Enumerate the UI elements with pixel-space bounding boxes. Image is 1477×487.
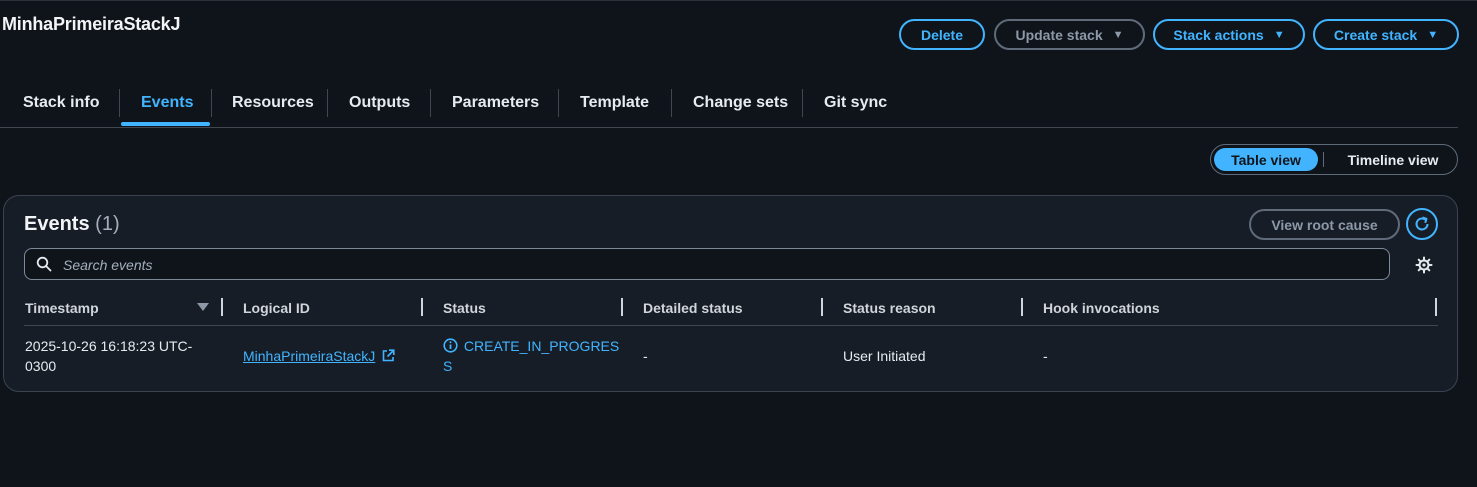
caret-down-icon: ▼ — [1273, 28, 1285, 41]
refresh-button[interactable] — [1406, 208, 1438, 240]
tab-separator — [119, 89, 120, 117]
tab-parameters[interactable]: Parameters — [452, 94, 539, 112]
view-toggle-divider — [1323, 152, 1324, 167]
create-stack-button-label: Create stack — [1333, 26, 1418, 43]
refresh-icon — [1415, 216, 1429, 231]
search-icon — [36, 256, 52, 272]
status-text-wrap: S — [443, 358, 453, 374]
tab-resources[interactable]: Resources — [232, 94, 314, 112]
sort-down-icon[interactable] — [197, 303, 209, 311]
update-stack-button-label: Update stack — [1015, 26, 1103, 43]
hook-invocations-cell: - — [1043, 348, 1048, 364]
tab-separator — [327, 89, 328, 117]
column-resizer[interactable] — [421, 298, 423, 316]
column-resizer[interactable] — [1435, 298, 1437, 316]
top-divider — [0, 0, 1477, 1]
status-cell: CREATE_IN_PROGRES S — [443, 336, 619, 376]
info-icon — [443, 338, 458, 353]
tab-separator — [558, 89, 559, 117]
tab-bar: Stack info Events Resources Outputs Para… — [0, 84, 1458, 128]
status-text: CREATE_IN_PROGRES — [463, 338, 620, 354]
timestamp-cell: 2025-10-26 16:18:23 UTC- 0300 — [25, 336, 192, 376]
header-divider — [24, 325, 1438, 326]
page-title: MinhaPrimeiraStackJ — [2, 14, 181, 34]
column-header-detailed-status: Detailed status — [643, 300, 743, 316]
tab-outputs[interactable]: Outputs — [349, 94, 410, 112]
tab-separator — [802, 89, 803, 117]
events-title-text: Events — [24, 213, 90, 235]
caret-down-icon: ▼ — [1427, 28, 1439, 41]
column-header-hook-invocations: Hook invocations — [1043, 300, 1160, 316]
view-toggle: Table view Timeline view — [1210, 144, 1458, 175]
gear-icon[interactable] — [1415, 256, 1433, 274]
events-panel: Events (1) View root cause Timestamp — [3, 195, 1458, 392]
column-resizer[interactable] — [1021, 298, 1023, 316]
delete-button-label: Delete — [920, 26, 964, 43]
tab-change-sets[interactable]: Change sets — [693, 94, 788, 112]
caret-down-icon: ▼ — [1112, 28, 1124, 41]
table-view-button[interactable]: Table view — [1214, 148, 1318, 171]
timestamp-line: 2025-10-26 16:18:23 UTC- — [25, 338, 193, 354]
stack-actions-button-label: Stack actions — [1173, 26, 1264, 43]
create-stack-button[interactable]: Create stack ▼ — [1313, 19, 1459, 50]
external-link-icon[interactable] — [382, 349, 395, 362]
search-events-field — [24, 248, 1390, 280]
tab-stack-info[interactable]: Stack info — [23, 94, 99, 112]
column-resizer[interactable] — [621, 298, 623, 316]
column-resizer[interactable] — [221, 298, 223, 316]
column-resizer[interactable] — [821, 298, 823, 316]
stack-actions-button[interactable]: Stack actions ▼ — [1153, 19, 1305, 50]
delete-button[interactable]: Delete — [899, 19, 985, 50]
tab-git-sync[interactable]: Git sync — [824, 94, 887, 112]
events-count: (1) — [95, 213, 120, 235]
tab-events[interactable]: Events — [141, 94, 193, 112]
detailed-status-cell: - — [643, 348, 648, 364]
column-header-status-reason: Status reason — [843, 300, 936, 316]
logical-id-cell: MinhaPrimeiraStackJ — [243, 346, 395, 366]
tab-separator — [211, 89, 212, 117]
tab-separator — [430, 89, 431, 117]
logical-id-link[interactable]: MinhaPrimeiraStackJ — [243, 348, 375, 364]
column-header-logical-id: Logical ID — [243, 300, 310, 316]
search-input[interactable] — [61, 253, 1365, 277]
tab-separator — [671, 89, 672, 117]
active-tab-indicator — [121, 122, 210, 126]
timeline-view-button[interactable]: Timeline view — [1331, 145, 1455, 174]
column-header-status: Status — [443, 300, 486, 316]
update-stack-button[interactable]: Update stack ▼ — [994, 19, 1145, 50]
tab-template[interactable]: Template — [580, 94, 649, 112]
column-header-timestamp[interactable]: Timestamp — [25, 300, 99, 316]
view-root-cause-button[interactable]: View root cause — [1249, 209, 1400, 240]
status-reason-cell: User Initiated — [843, 348, 926, 364]
events-panel-title: Events (1) — [24, 213, 120, 236]
timestamp-line: 0300 — [25, 358, 57, 374]
